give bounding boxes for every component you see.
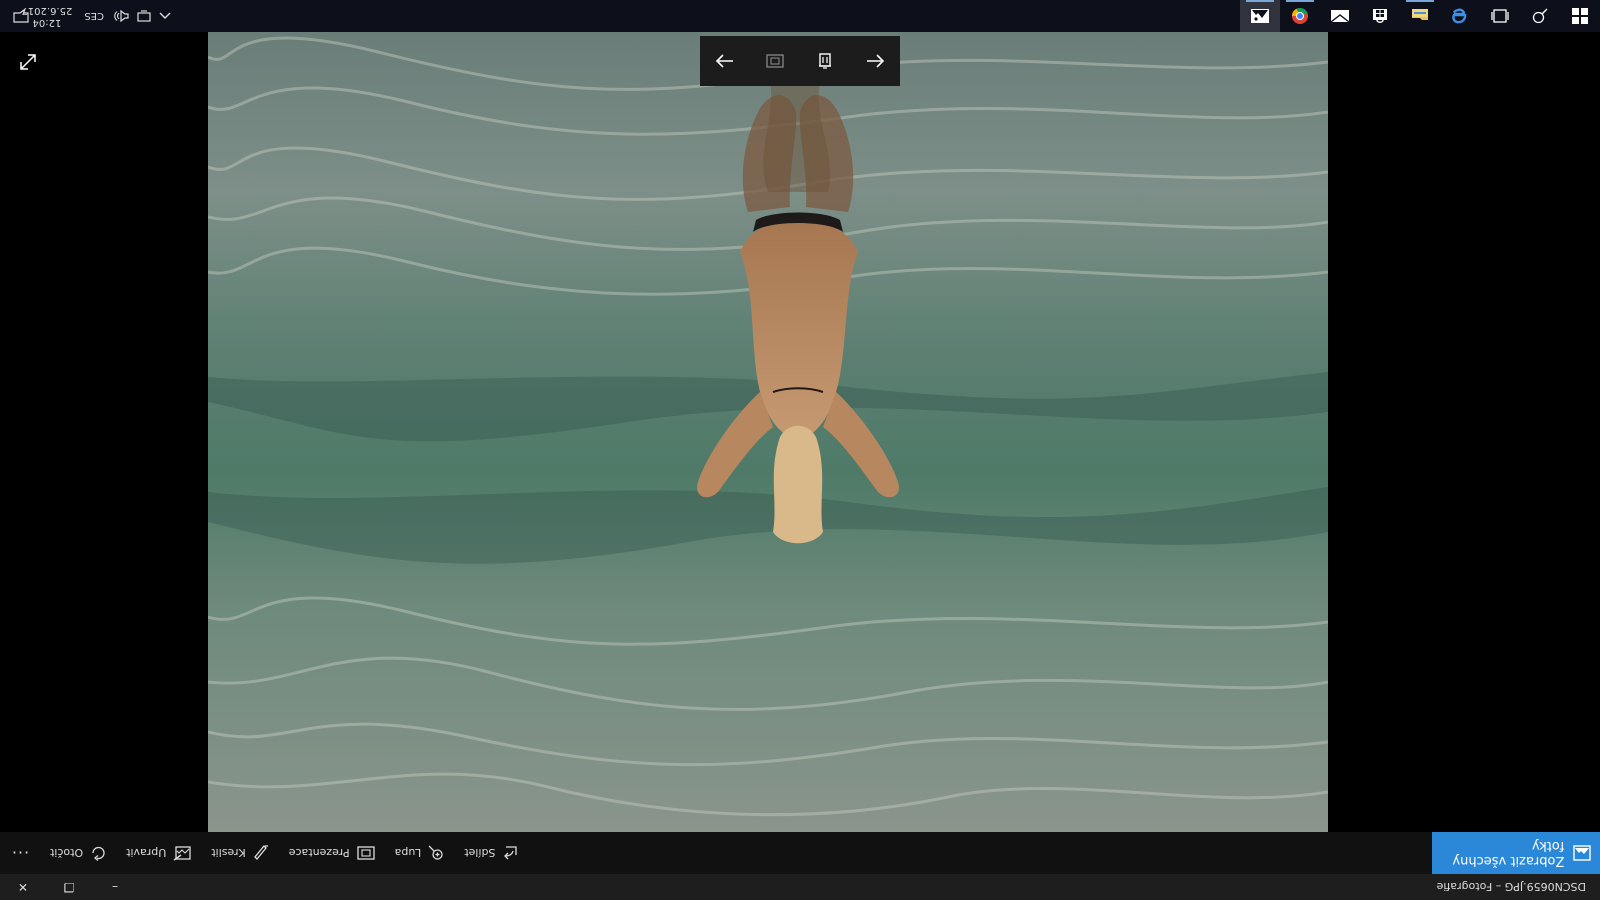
next-photo-button[interactable] (705, 41, 745, 81)
start-icon (1572, 8, 1588, 24)
rotate-icon (92, 846, 105, 861)
arrow-right-icon (715, 54, 733, 68)
zoom-icon (428, 845, 443, 860)
notification-icon (13, 9, 29, 23)
edit-icon (173, 846, 191, 861)
beach-photo (208, 32, 1328, 832)
share-button[interactable]: Sdílet (454, 832, 528, 874)
title-bar: DSCN0659.JPG – Fotografie – ❐ ✕ (0, 874, 1600, 900)
full-screen-button[interactable] (12, 46, 44, 78)
chrome-icon (1292, 7, 1308, 24)
start-button[interactable] (1560, 0, 1600, 32)
show-all-label: Zobrazit všechny fotky (1452, 838, 1565, 868)
restore-button[interactable]: ❐ (46, 874, 92, 900)
volume-icon[interactable] (112, 10, 130, 22)
fit-icon (766, 54, 784, 68)
viewer-navigation (700, 36, 900, 86)
taskbar-chrome[interactable] (1280, 0, 1320, 32)
taskbar-edge[interactable] (1440, 0, 1480, 32)
slideshow-label: Prezentace (288, 846, 350, 860)
more-options-button[interactable]: ··· (0, 832, 40, 874)
store-icon (1373, 9, 1387, 23)
share-label: Sdílet (464, 846, 496, 860)
delete-button[interactable] (805, 41, 845, 81)
slideshow-icon (356, 846, 375, 860)
desktop-screen: DSCN0659.JPG – Fotografie – ❐ ✕ Zobrazit… (0, 0, 1600, 900)
rotate-button[interactable]: Otočit (40, 832, 116, 874)
taskbar-mail[interactable] (1320, 0, 1360, 32)
show-all-photos-button[interactable]: Zobrazit všechny fotky (1432, 832, 1600, 874)
taskbar-photos[interactable] (1240, 0, 1280, 32)
close-button[interactable]: ✕ (0, 874, 46, 900)
window-title: DSCN0659.JPG – Fotografie (1436, 880, 1586, 894)
taskbar-file-explorer[interactable] (1400, 0, 1440, 32)
task-view-icon (1491, 9, 1509, 23)
draw-icon (253, 845, 268, 860)
mail-icon (1330, 10, 1350, 23)
draw-label: Kreslit (211, 846, 246, 860)
delete-icon (819, 53, 831, 69)
minimize-button[interactable]: – (92, 874, 138, 900)
share-icon (504, 846, 518, 860)
photos-icon (1564, 845, 1600, 861)
search-icon (1532, 8, 1548, 24)
expand-icon (20, 54, 36, 70)
draw-button[interactable]: Kreslit (201, 832, 278, 874)
taskbar-store[interactable] (1360, 0, 1400, 32)
slideshow-button[interactable]: Prezentace (279, 832, 385, 874)
search-button[interactable] (1520, 0, 1560, 32)
input-language[interactable]: CES (84, 11, 104, 22)
network-icon[interactable] (134, 10, 152, 22)
fit-to-window-button[interactable] (755, 41, 795, 81)
command-bar: Zobrazit všechny fotky Sdílet Lupa Preze… (0, 832, 1600, 874)
photo-canvas (208, 32, 1328, 832)
zoom-label: Lupa (394, 846, 422, 860)
edit-label: Upravit (126, 846, 167, 860)
taskbar: CES 12:04 25.6.2017 (0, 0, 1600, 32)
edit-button[interactable]: Upravit (116, 832, 201, 874)
arrow-left-icon (867, 54, 885, 68)
action-center-button[interactable] (0, 0, 42, 32)
zoom-button[interactable]: Lupa (385, 832, 455, 874)
previous-photo-button[interactable] (855, 41, 895, 81)
rotate-label: Otočit (50, 846, 84, 860)
file-explorer-icon (1412, 9, 1428, 20)
chevron-up-icon[interactable] (156, 12, 174, 20)
photos-app-icon (1251, 9, 1269, 23)
task-view-button[interactable] (1480, 0, 1520, 32)
edge-icon (1452, 8, 1467, 24)
